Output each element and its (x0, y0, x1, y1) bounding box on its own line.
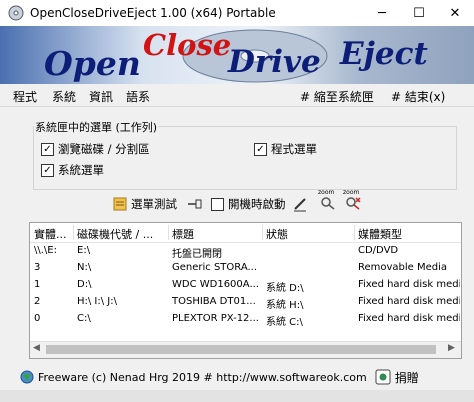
scrollbar-thumb[interactable] (46, 345, 436, 354)
menu-test-icon (113, 197, 127, 211)
system-menu-label: 系統選單 (58, 163, 104, 177)
drive-letter: E:\ (77, 245, 91, 256)
checkbox-check-icon: ✓ (254, 142, 267, 156)
drive-media-type: Fixed hard disk medi (358, 296, 460, 307)
drive-status: 系統 D:\ (266, 283, 304, 294)
drive-media-type: Fixed hard disk medi (358, 279, 460, 290)
menu-exit[interactable]: # 結束(x) (391, 88, 445, 105)
pin-icon (188, 199, 202, 209)
drive-device: 0 (34, 313, 41, 324)
menu-system[interactable]: 系統 (52, 88, 76, 105)
title-bar: OpenCloseDriveEject 1.00 (x64) Portable … (0, 0, 474, 26)
column-divider[interactable] (262, 225, 263, 240)
minimize-button[interactable]: ─ (364, 0, 400, 26)
app-banner: Open Close Drive Eject (0, 26, 474, 84)
drive-device: \\.\E: (34, 245, 57, 256)
program-menu-checkbox[interactable]: ✓ 程式選單 (254, 141, 317, 157)
table-row[interactable]: 1 D:\ WDC WD1600A... 系統 D:\ Fixed hard d… (30, 278, 461, 294)
donate-icon (375, 369, 391, 385)
drive-media-type: Fixed hard disk medi (358, 313, 460, 324)
autostart-box (211, 197, 224, 211)
column-header[interactable]: 狀態 (266, 226, 288, 242)
menu-info[interactable]: 資訊 (89, 88, 113, 105)
drive-device: 1 (34, 279, 41, 290)
autostart-label: 開機時啟動 (228, 197, 286, 211)
drive-device: 3 (34, 262, 41, 273)
column-divider[interactable] (73, 225, 74, 240)
banner-word-eject: Eject (340, 36, 428, 72)
scroll-left-icon[interactable]: ◀ (33, 343, 40, 353)
menu-bar: 程式 系統 資訊 語系 # 縮至系統匣 # 結束(x) (0, 84, 474, 107)
donate-link[interactable]: 捐贈 (395, 369, 419, 386)
drive-letter: D:\ (77, 279, 92, 290)
drive-title: PLEXTOR PX-12... (172, 313, 259, 324)
program-menu-label: 程式選單 (271, 142, 317, 156)
app-icon (8, 5, 24, 21)
pencil-icon (294, 198, 306, 212)
menu-program[interactable]: 程式 (13, 88, 37, 105)
pin-button[interactable] (187, 195, 203, 213)
column-header[interactable]: 實體... (34, 226, 67, 242)
drive-letter: H:\ I:\ J:\ (77, 296, 117, 307)
browse-disk-checkbox[interactable]: ✓ 瀏覽磁碟 / 分割區 (41, 141, 150, 157)
banner-word-close: Close (143, 28, 232, 62)
drive-letter: N:\ (77, 262, 92, 273)
window-title: OpenCloseDriveEject 1.00 (x64) Portable (30, 6, 276, 20)
edit-button[interactable] (292, 195, 308, 213)
checkbox-check-icon: ✓ (41, 142, 54, 156)
zoom-out-label: zoom (343, 189, 360, 196)
drive-media-type: Removable Media (358, 262, 448, 273)
footer: Freeware (c) Nenad Hrg 2019 # http://www… (0, 366, 474, 388)
maximize-button[interactable]: ☐ (401, 0, 437, 26)
checkbox-check-icon: ✓ (41, 163, 54, 177)
tray-menu-group-label: 系統匣中的選單 (工作列) (34, 119, 159, 135)
table-row[interactable]: \\.\E: E:\ 托盤已開閉 CD/DVD (30, 244, 461, 260)
menu-test-button[interactable]: 選單測試 (113, 195, 177, 213)
zoom-out-icon (346, 197, 361, 210)
menu-test-label: 選單測試 (131, 197, 177, 211)
table-row[interactable]: 3 N:\ Generic STORA... Removable Media (30, 261, 461, 277)
drive-device: 2 (34, 296, 41, 307)
zoom-in-icon (321, 197, 335, 210)
column-divider[interactable] (354, 225, 355, 240)
drive-title: TOSHIBA DT01... (172, 296, 256, 307)
table-row[interactable]: 2 H:\ I:\ J:\ TOSHIBA DT01... 系統 H:\ Fix… (30, 295, 461, 311)
banner-word-open: Open (44, 44, 141, 83)
column-header[interactable]: 媒體類型 (358, 226, 402, 242)
autostart-checkbox[interactable]: 開機時啟動 (211, 195, 286, 213)
bottom-border (0, 390, 474, 402)
drive-list-header: 實體... 磁碟機代號 / ... 標題 狀態 媒體類型 (30, 223, 461, 243)
tray-menu-group (33, 126, 457, 190)
menu-language[interactable]: 語系 (126, 88, 150, 105)
drive-media-type: CD/DVD (358, 245, 399, 256)
drive-title: Generic STORA... (172, 262, 258, 273)
column-header[interactable]: 磁碟機代號 / ... (77, 226, 153, 242)
column-header[interactable]: 標題 (172, 226, 194, 242)
globe-icon (20, 370, 34, 384)
column-divider[interactable] (168, 225, 169, 240)
system-menu-checkbox[interactable]: ✓ 系統選單 (41, 162, 104, 178)
drive-letter: C:\ (77, 313, 91, 324)
drive-title: 托盤已開閉 (172, 249, 222, 260)
table-row[interactable]: 0 C:\ PLEXTOR PX-12... 系統 C:\ Fixed hard… (30, 312, 461, 328)
scroll-right-icon[interactable]: ▶ (448, 343, 455, 353)
browse-disk-label: 瀏覽磁碟 / 分割區 (58, 142, 150, 156)
zoom-in-button[interactable]: zoom (318, 189, 338, 210)
drive-status: 系統 H:\ (266, 300, 304, 311)
drive-list[interactable]: 實體... 磁碟機代號 / ... 標題 狀態 媒體類型 \\.\E: E:\ … (29, 222, 462, 359)
horizontal-scrollbar[interactable]: ◀ ▶ (30, 341, 461, 358)
footer-text[interactable]: Freeware (c) Nenad Hrg 2019 # http://www… (38, 371, 367, 384)
menu-minimize-tray[interactable]: # 縮至系統匣 (300, 88, 374, 105)
drive-status: 系統 C:\ (266, 317, 303, 328)
drive-title: WDC WD1600A... (172, 279, 259, 290)
zoom-out-button[interactable]: zoom (343, 189, 363, 210)
zoom-in-label: zoom (318, 189, 335, 196)
close-button[interactable]: ✕ (437, 0, 473, 26)
banner-word-drive: Drive (228, 44, 321, 80)
